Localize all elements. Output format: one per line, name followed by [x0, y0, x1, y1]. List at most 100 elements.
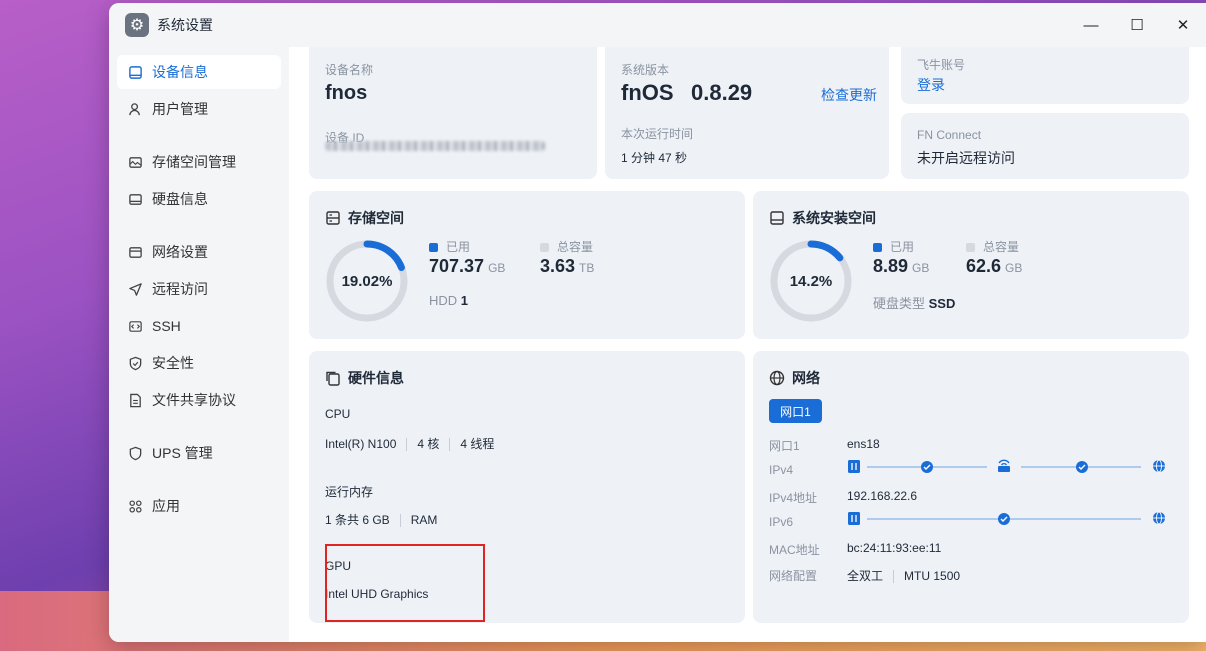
- router-icon: [998, 459, 1010, 472]
- hardware-title: 硬件信息: [325, 368, 404, 388]
- mac-value: bc:24:11:93:ee:11: [847, 541, 942, 555]
- window-controls: — ☐ ✕: [1068, 3, 1206, 47]
- sidebar-item-label: UPS 管理: [152, 445, 213, 461]
- system-used-value: 8.89 GB: [873, 256, 929, 277]
- sidebar-item-disks[interactable]: 硬盘信息: [117, 182, 281, 216]
- total-legend-dot: [540, 243, 549, 253]
- net-config-label: 网络配置: [769, 569, 818, 583]
- sidebar-item-file-sharing[interactable]: 文件共享协议: [117, 383, 281, 417]
- os-name: fnOS: [621, 80, 674, 105]
- memory-label: 运行内存: [325, 485, 374, 499]
- fn-connect-label: FN Connect: [917, 128, 982, 142]
- gpu-highlight-annotation: [325, 544, 485, 622]
- storage-used-legend: 已用: [429, 238, 470, 255]
- sidebar-item-label: 硬盘信息: [152, 191, 208, 207]
- os-version: 0.8.29: [691, 80, 753, 105]
- system-version-label: 系统版本: [621, 63, 670, 77]
- sidebar-item-apps[interactable]: 应用: [117, 489, 281, 523]
- code-icon: [127, 318, 143, 334]
- login-link[interactable]: 登录: [917, 75, 945, 95]
- sidebar: 设备信息 用户管理 存储空间管理 硬盘信息 网络设置 远程访问 SSH 安全性: [109, 47, 289, 642]
- close-button[interactable]: ✕: [1160, 3, 1206, 47]
- storage-used-value: 707.37 GB: [429, 256, 505, 277]
- network-port-tab[interactable]: 网口1: [769, 399, 822, 423]
- mac-label: MAC地址: [769, 543, 820, 557]
- system-used-unit: GB: [912, 261, 930, 275]
- used-legend-dot: [873, 243, 882, 253]
- system-total-value: 62.6 GB: [966, 256, 1022, 277]
- disk-type-label: 硬盘类型: [873, 296, 926, 311]
- storage-icon: [127, 154, 143, 170]
- mtu-value: MTU 1500: [904, 569, 961, 583]
- system-total-legend: 总容量: [966, 238, 1019, 255]
- network-card: 网络 网口1 网口1 ens18 IPv4 IPv4地址 192.168.22.…: [753, 351, 1189, 623]
- check-circle-icon: [921, 461, 933, 473]
- cpu-cores: 4 核: [417, 437, 440, 451]
- system-space-donut: 14.2%: [770, 240, 852, 322]
- uptime-value: 1 分钟 47 秒: [621, 151, 688, 165]
- system-space-title-text: 系统安装空间: [792, 210, 876, 226]
- storage-used-label: 已用: [446, 240, 471, 254]
- check-circle-icon: [1076, 461, 1088, 473]
- system-space-title: 系统安装空间: [769, 208, 876, 228]
- user-icon: [127, 101, 143, 117]
- sidebar-item-storage[interactable]: 存储空间管理: [117, 145, 281, 179]
- sidebar-item-ssh[interactable]: SSH: [117, 309, 281, 343]
- send-icon: [127, 281, 143, 297]
- device-name-label: 设备名称: [325, 63, 374, 77]
- port-label: 网口1: [769, 439, 800, 453]
- nas-icon: [848, 460, 860, 473]
- sidebar-item-remote-access[interactable]: 远程访问: [117, 272, 281, 306]
- file-icon: [127, 392, 143, 408]
- ipv6-connection-diagram: [848, 511, 1165, 525]
- minimize-button[interactable]: —: [1068, 3, 1114, 47]
- sidebar-item-label: 应用: [152, 498, 180, 514]
- sidebar-item-ups[interactable]: UPS 管理: [117, 436, 281, 470]
- sidebar-item-network[interactable]: 网络设置: [117, 235, 281, 269]
- ipv4-connection-diagram: [848, 459, 1165, 473]
- nas-icon: [848, 512, 860, 525]
- window-title: 系统设置: [157, 17, 213, 33]
- check-update-link[interactable]: 检查更新: [821, 85, 877, 105]
- cpu-model: Intel(R) N100: [325, 437, 397, 451]
- storage-box-icon: [325, 210, 341, 226]
- sidebar-item-label: 远程访问: [152, 281, 208, 297]
- memory-total: 1 条共 6 GB: [325, 513, 390, 527]
- separator: [893, 570, 895, 584]
- storage-used-unit: GB: [488, 261, 506, 275]
- account-label: 飞牛账号: [917, 58, 966, 72]
- memory-info: 1 条共 6 GB RAM: [325, 511, 437, 528]
- hdd-label: HDD: [429, 293, 458, 308]
- disk-type-value: SSD: [928, 296, 956, 311]
- network-title-text: 网络: [792, 370, 820, 386]
- system-total-label: 总容量: [983, 240, 1020, 254]
- sidebar-item-device-info[interactable]: 设备信息: [117, 55, 281, 89]
- fn-connect-status: 未开启远程访问: [917, 150, 1015, 166]
- sidebar-item-users[interactable]: 用户管理: [117, 92, 281, 126]
- sidebar-item-label: 设备信息: [152, 64, 208, 80]
- storage-used-number: 707.37: [429, 256, 485, 276]
- network-title: 网络: [769, 368, 820, 388]
- cpu-info: Intel(R) N100 4 核 4 线程: [325, 435, 494, 452]
- disk-type: 硬盘类型 SSD: [873, 293, 955, 312]
- ipv4-addr-label: IPv4地址: [769, 491, 818, 505]
- port-value: ens18: [847, 437, 880, 451]
- settings-gear-icon: ⚙: [125, 13, 149, 37]
- disk-icon: [127, 191, 143, 207]
- sidebar-item-security[interactable]: 安全性: [117, 346, 281, 380]
- net-config-value: 全双工 MTU 1500: [847, 567, 960, 584]
- maximize-button[interactable]: ☐: [1114, 3, 1160, 47]
- separator: [449, 438, 451, 452]
- main-content: 设备名称 fnos 设备 ID 系统版本 fnOS 0.8.29 检查更新 本次…: [289, 47, 1206, 642]
- internet-globe-icon: [1153, 459, 1165, 473]
- system-used-number: 8.89: [873, 256, 909, 276]
- shield-icon: [127, 355, 143, 371]
- storage-title: 存储空间: [325, 208, 404, 228]
- system-space-card: 系统安装空间 14.2% 已用 8.89 GB 总容量 62.6 GB 硬盘类型 S…: [753, 191, 1189, 339]
- internet-globe-icon: [1153, 511, 1165, 525]
- device-id-blurred: [325, 141, 545, 151]
- separator: [399, 514, 401, 528]
- used-legend-dot: [429, 243, 438, 253]
- storage-total-number: 3.63: [540, 256, 576, 276]
- memory-type: RAM: [410, 513, 438, 527]
